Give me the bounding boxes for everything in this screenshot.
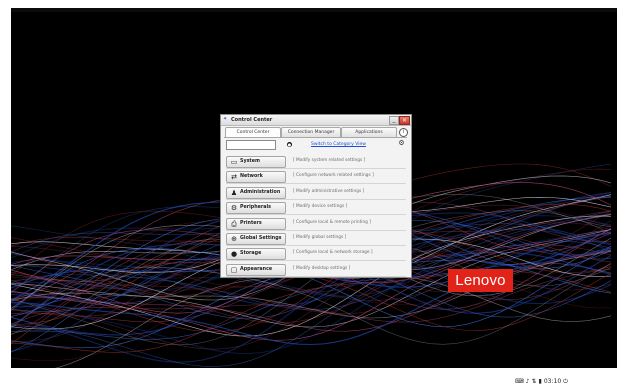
settings-row: ▭ System [ Modify system related settings … <box>226 155 406 169</box>
info-icon[interactable]: i <box>399 128 408 137</box>
globe-icon: ⊕ <box>231 235 237 243</box>
minimize-button[interactable]: _ <box>389 116 399 125</box>
settings-row-button[interactable]: ● Storage <box>226 248 286 261</box>
desktop: Lenovo ✦ Control Center _ × Control Cent… <box>11 8 617 368</box>
settings-row-button[interactable]: ⇄ Network <box>226 171 286 184</box>
settings-row-label: System <box>240 159 260 164</box>
network-icon: ⇄ <box>231 173 237 182</box>
settings-row: ♟ Administration [ Modify administrative s… <box>226 186 406 200</box>
system-tray: ⌨ ♪ ⇅ ▮ 03:10 ⏻ <box>515 378 628 386</box>
settings-row-label: Administration <box>240 189 281 195</box>
settings-row: ● Storage [ Configure local & network stor… <box>226 247 406 262</box>
settings-row: ⎙ Printers [ Configure local & remote prin… <box>226 217 406 231</box>
settings-row-description: [ Configure network related settings ] <box>293 173 374 179</box>
keyboard-icon[interactable]: ⌨ <box>515 378 524 386</box>
settings-row: ⊕ Global Settings [ Modify global settings… <box>226 232 406 246</box>
monitor-icon: ▢ <box>230 265 238 274</box>
settings-row-button[interactable]: ▢ Appearance <box>226 263 286 276</box>
settings-row-description: [ Configure local & network storage ] <box>293 250 373 256</box>
printer-icon: ⎙ <box>231 219 237 228</box>
settings-row-description: [ Configure local & remote printing ] <box>293 219 371 225</box>
clock[interactable]: 03:10 <box>544 378 561 386</box>
computer-icon: ▭ <box>230 158 238 166</box>
close-button[interactable]: × <box>399 116 410 125</box>
admin-user-icon: ♟ <box>230 188 238 197</box>
settings-row: ⇄ Network [ Configure network related sett… <box>226 170 406 185</box>
volume-icon[interactable]: ♪ <box>526 378 530 386</box>
settings-row-button[interactable]: ♟ Administration <box>226 186 286 199</box>
settings-row-label: Network <box>240 174 263 180</box>
settings-row-description: [ Modify desktop settings ] <box>293 265 351 271</box>
settings-row-label: Printers <box>240 220 262 226</box>
tab-divider <box>224 137 407 138</box>
storage-disk-icon: ● <box>230 250 238 259</box>
settings-row-label: Global Settings <box>240 236 282 241</box>
settings-row-label: Peripherals <box>240 205 271 211</box>
search-input[interactable] <box>226 140 276 150</box>
control-center-window: ✦ Control Center _ × Control Center Conn… <box>220 114 412 278</box>
battery-icon[interactable]: ▮ <box>539 378 542 386</box>
settings-row-button[interactable]: ⚙ Peripherals <box>226 202 286 215</box>
power-icon[interactable]: ⏻ <box>563 378 568 386</box>
settings-gear-icon[interactable]: ⚙ <box>398 140 405 147</box>
settings-row-button[interactable]: ⊕ Global Settings <box>226 233 286 245</box>
settings-row-button[interactable]: ⎙ Printers <box>226 217 286 230</box>
network-tray-icon[interactable]: ⇅ <box>532 378 537 386</box>
settings-row-description: [ Modify global settings ] <box>293 235 347 240</box>
settings-row-label: Appearance <box>240 266 273 272</box>
app-tools-icon: ✦ <box>223 116 228 122</box>
switch-category-view-link[interactable]: Switch to Category View <box>311 141 366 148</box>
settings-row-label: Storage <box>240 251 262 257</box>
settings-row-button[interactable]: ▭ System <box>226 156 286 168</box>
window-title: Control Center <box>231 117 273 123</box>
search-clear-icon[interactable]: ● <box>287 142 292 147</box>
lenovo-logo: Lenovo <box>448 269 513 292</box>
settings-row: ▢ Appearance [ Modify desktop settings ] <box>226 263 406 277</box>
settings-row: ⚙ Peripherals [ Modify device settings ] <box>226 201 406 216</box>
peripherals-icon: ⚙ <box>230 204 238 213</box>
window-titlebar[interactable]: ✦ Control Center _ × <box>221 115 411 126</box>
settings-row-description: [ Modify device settings ] <box>293 204 348 210</box>
settings-row-description: [ Modify system related settings ] <box>293 158 366 163</box>
settings-row-description: [ Modify administrative settings ] <box>293 188 365 194</box>
